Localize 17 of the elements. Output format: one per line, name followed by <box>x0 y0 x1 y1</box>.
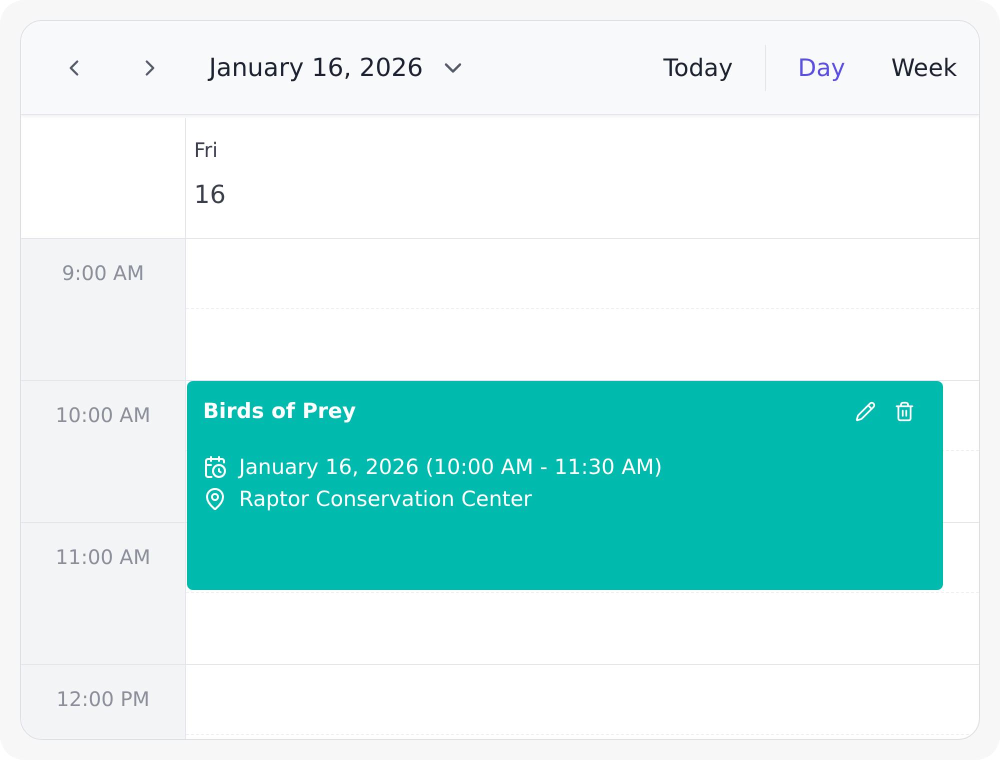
time-label: 12:00 PM <box>56 687 150 711</box>
today-button[interactable]: Today <box>663 54 765 82</box>
view-tab[interactable]: Week <box>891 54 957 82</box>
trash-icon <box>894 400 915 422</box>
view-tab[interactable]: Day <box>798 54 846 82</box>
map-pin-icon <box>203 487 227 511</box>
event-location: Raptor Conservation Center <box>239 487 532 511</box>
event-title: Birds of Prey <box>203 399 356 423</box>
event-time: January 16, 2026 (10:00 AM - 11:30 AM) <box>239 455 662 479</box>
time-label: 11:00 AM <box>56 545 150 569</box>
time-label: 10:00 AM <box>56 403 150 427</box>
calendar-clock-icon <box>203 455 227 479</box>
day-number: 16 <box>194 180 227 209</box>
weekday-label: Fri <box>194 138 219 162</box>
time-label: 9:00 AM <box>62 261 144 285</box>
pencil-icon <box>855 400 876 422</box>
date-picker-button[interactable]: January 16, 2026 <box>209 53 468 82</box>
